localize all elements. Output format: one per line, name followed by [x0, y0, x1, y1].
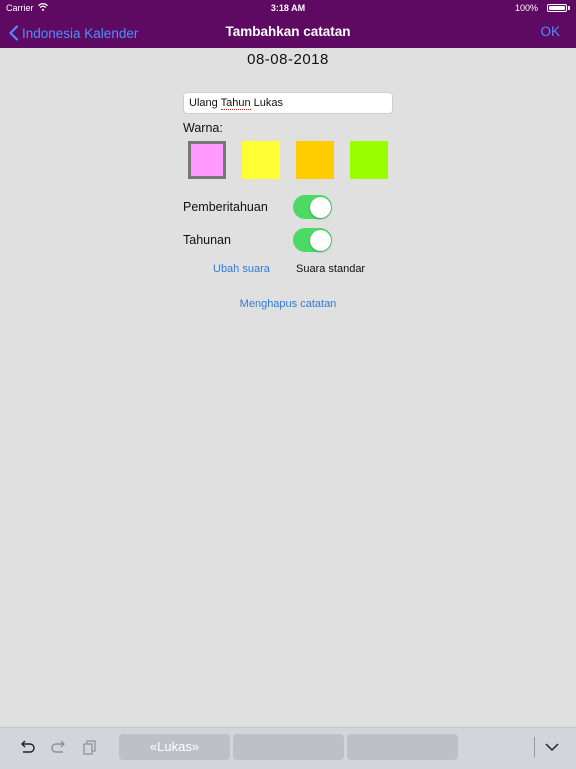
yearly-toggle[interactable]	[293, 228, 332, 252]
page-title: Tambahkan catatan	[225, 24, 351, 39]
suggestion-3[interactable]	[347, 734, 458, 760]
delete-note-link[interactable]: Menghapus catatan	[0, 298, 576, 310]
dismiss-keyboard-icon[interactable]	[543, 738, 561, 756]
date-label: 08-08-2018	[247, 51, 329, 68]
color-label: Warna:	[183, 121, 223, 135]
notification-label: Pemberitahuan	[183, 200, 268, 214]
ok-button[interactable]: OK	[540, 24, 560, 39]
suggestion-1[interactable]: «Lukas»	[119, 734, 230, 760]
color-swatch-green[interactable]	[350, 141, 388, 179]
note-text-part: Lukas	[250, 97, 284, 109]
redo-icon[interactable]	[50, 738, 68, 756]
battery-percent: 100%	[514, 3, 538, 13]
undo-icon[interactable]	[18, 738, 36, 756]
color-swatch-orange[interactable]	[296, 141, 334, 179]
toggle-knob	[309, 229, 331, 251]
yearly-label: Tahunan	[183, 233, 231, 247]
current-sound-label: Suara standar	[296, 263, 366, 275]
note-text-field[interactable]: Ulang Tahun Lukas	[183, 92, 393, 114]
note-text-part: Ulang	[189, 97, 221, 109]
change-sound-link[interactable]: Ubah suara	[213, 263, 270, 275]
paste-icon[interactable]	[81, 738, 99, 756]
battery-tip	[568, 6, 570, 10]
color-swatch-pink[interactable]	[188, 141, 226, 179]
status-time: 3:18 AM	[270, 3, 306, 13]
color-swatch-yellow[interactable]	[242, 141, 280, 179]
divider	[534, 737, 535, 757]
suggestion-2[interactable]	[233, 734, 344, 760]
note-text-misspelled: Tahun	[220, 97, 251, 110]
battery-icon	[547, 4, 567, 12]
toggle-knob	[309, 196, 331, 218]
notification-toggle[interactable]	[293, 195, 332, 219]
